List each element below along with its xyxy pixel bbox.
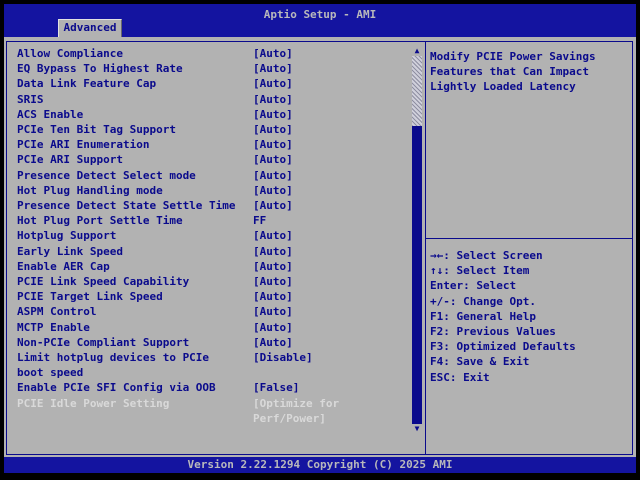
setting-value: [Auto]	[253, 199, 293, 213]
setting-value: [Auto]	[253, 335, 293, 349]
setting-label: Enable AER Cap	[17, 259, 110, 273]
version-text: Version 2.22.1294 Copyright (C) 2025 AMI	[187, 458, 453, 471]
setting-value: [Optimize for Perf/Power]	[253, 396, 340, 425]
key-hint: F2: Previous Values	[430, 325, 556, 339]
list-item[interactable]: Hotplug Support [Auto]	[17, 228, 412, 243]
list-item[interactable]: Data Link Feature Cap [Auto]	[17, 76, 412, 91]
list-item[interactable]: EQ Bypass To Highest Rate [Auto]	[17, 61, 412, 76]
key-hint: ↑↓: Select Item	[430, 264, 530, 278]
scroll-up-icon[interactable]: ▲	[412, 46, 422, 56]
list-item[interactable]: MCTP Enable [Auto]	[17, 320, 412, 335]
setting-value: [Auto]	[253, 259, 293, 273]
list-item[interactable]: Early Link Speed [Auto]	[17, 244, 412, 259]
setting-label: Presence Detect Select mode	[17, 168, 196, 182]
setting-label: PCIE Idle Power Setting	[17, 396, 170, 410]
list-item[interactable]: Hot Plug Port Settle Time FF	[17, 213, 412, 228]
setting-label: PCIE Target Link Speed	[17, 290, 163, 304]
list-item[interactable]: Enable AER Cap [Auto]	[17, 259, 412, 274]
list-item[interactable]: PCIE Target Link Speed [Auto]	[17, 289, 412, 304]
scrollbar-track[interactable]	[412, 56, 422, 126]
setting-label: ASPM Control	[17, 305, 97, 319]
list-item[interactable]: ASPM Control [Auto]	[17, 304, 412, 319]
tab-advanced[interactable]: Advanced	[58, 19, 122, 37]
setting-value: [Auto]	[253, 47, 293, 60]
setting-value: [False]	[253, 381, 300, 395]
setting-label: ACS Enable	[17, 107, 84, 121]
list-item[interactable]: PCIE Idle Power Setting [Optimize for Per…	[17, 396, 412, 426]
list-item[interactable]: Limit hotplug devices to PCIe boot speed…	[17, 350, 412, 380]
list-item[interactable]: SRIS [Auto]	[17, 92, 412, 107]
setting-value: [Auto]	[253, 138, 293, 152]
setting-value: [Auto]	[253, 107, 293, 121]
list-item[interactable]: PCIe Ten Bit Tag Support [Auto]	[17, 122, 412, 137]
setting-value: [Auto]	[253, 153, 293, 167]
list-item[interactable]: PCIE Link Speed Capability [Auto]	[17, 274, 412, 289]
list-item[interactable]: ACS Enable [Auto]	[17, 107, 412, 122]
key-hint: ESC: Exit	[430, 370, 490, 384]
setting-label: PCIe ARI Support	[17, 153, 123, 167]
setting-value: [Auto]	[253, 62, 293, 76]
setting-value: [Auto]	[253, 290, 293, 304]
setting-label: Hot Plug Port Settle Time	[17, 214, 183, 228]
setting-label: Enable PCIe SFI Config via OOB	[17, 381, 216, 395]
panel-divider-vertical	[425, 41, 426, 455]
setting-label: Presence Detect State Settle Time	[17, 199, 236, 213]
settings-list: Allow Compliance [Auto] EQ Bypass To Highe…	[17, 46, 412, 426]
key-hint: F4: Save & Exit	[430, 355, 530, 369]
setting-label: Data Link Feature Cap	[17, 77, 157, 91]
setting-label: Hotplug Support	[17, 229, 117, 243]
list-item[interactable]: Enable PCIe SFI Config via OOB [False]	[17, 380, 412, 395]
setting-value: [Auto]	[253, 123, 293, 137]
key-hint: →←: Select Screen	[430, 249, 543, 262]
setting-value: [Auto]	[253, 229, 293, 243]
setting-label: SRIS	[17, 92, 44, 106]
setting-label: PCIe ARI Enumeration	[17, 138, 150, 152]
setting-label: Hot Plug Handling mode	[17, 183, 163, 197]
setting-label: EQ Bypass To Highest Rate	[17, 62, 183, 76]
scrollbar-thumb[interactable]	[412, 126, 422, 424]
setting-value: [Auto]	[253, 92, 293, 106]
key-hints: →←: Select Screen ↑↓: Select Item Enter: S…	[430, 248, 630, 385]
list-item[interactable]: Allow Compliance [Auto]	[17, 46, 412, 61]
bios-screen: Aptio Setup - AMI Advanced Allow Complia…	[0, 0, 640, 480]
setting-value: FF	[253, 214, 267, 228]
list-item[interactable]: Hot Plug Handling mode [Auto]	[17, 183, 412, 198]
list-item[interactable]: PCIe ARI Enumeration [Auto]	[17, 137, 412, 152]
setting-value: [Auto]	[253, 183, 293, 197]
list-item[interactable]: Presence Detect Select mode [Auto]	[17, 168, 412, 183]
setting-label: PCIe Ten Bit Tag Support	[17, 123, 176, 137]
setting-label: MCTP Enable	[17, 320, 90, 334]
setting-label: Early Link Speed	[17, 244, 123, 258]
setting-value: [Auto]	[253, 305, 293, 319]
setting-label: PCIE Link Speed Capability	[17, 275, 190, 289]
setting-label: Allow Compliance	[17, 47, 123, 60]
setting-value: [Disable]	[253, 351, 313, 365]
scroll-down-icon[interactable]: ▼	[412, 424, 422, 434]
setting-label: Non-PCIe Compliant Support	[17, 335, 190, 349]
key-hint: F1: General Help	[430, 309, 536, 323]
footer-bar: Version 2.22.1294 Copyright (C) 2025 AMI	[4, 457, 636, 473]
scrollbar[interactable]: ▲ ▼	[412, 46, 422, 434]
key-hint: Enter: Select	[430, 279, 517, 293]
setting-value: [Auto]	[253, 320, 293, 334]
key-hint: +/-: Change Opt.	[430, 294, 536, 308]
help-keys-divider	[426, 238, 633, 239]
list-item[interactable]: PCIe ARI Support [Auto]	[17, 152, 412, 167]
help-text: Modify PCIE Power Savings Features that …	[430, 50, 596, 93]
setting-value: [Auto]	[253, 244, 293, 258]
setting-value: [Auto]	[253, 275, 293, 289]
setting-value: [Auto]	[253, 168, 293, 182]
setting-label: Limit hotplug devices to PCIe boot speed	[17, 351, 210, 380]
list-item[interactable]: Non-PCIe Compliant Support [Auto]	[17, 335, 412, 350]
list-item[interactable]: Presence Detect State Settle Time [Auto]	[17, 198, 412, 213]
setting-value: [Auto]	[253, 77, 293, 91]
key-hint: F3: Optimized Defaults	[430, 340, 576, 354]
